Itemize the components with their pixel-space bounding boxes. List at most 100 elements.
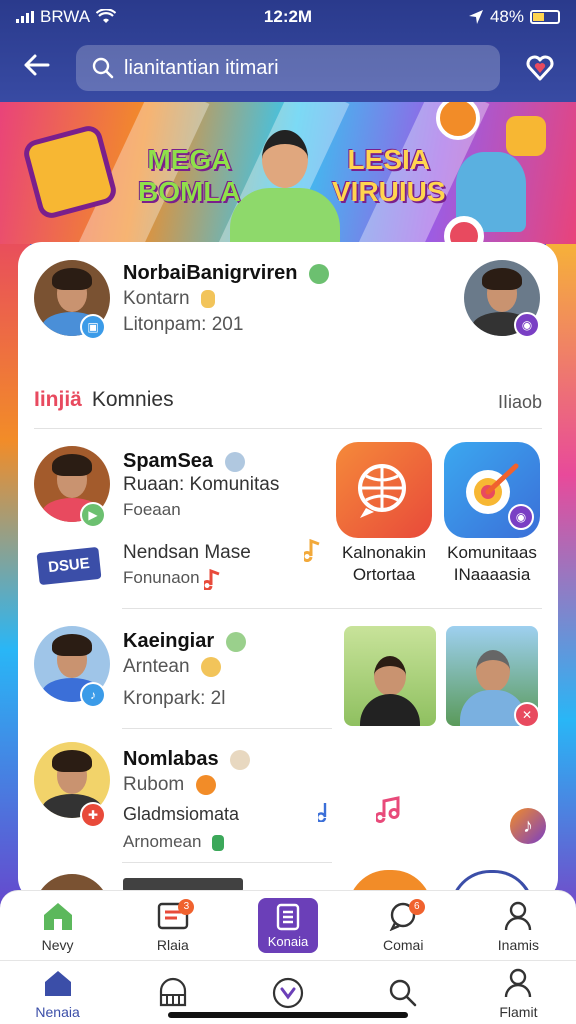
promo-line2: Fonunaon (123, 568, 200, 587)
profile-badge-icon: ▣ (80, 314, 106, 340)
smiley-icon (200, 656, 221, 677)
item-name: Kaeingiar (123, 630, 215, 652)
banner-title-right-1: LESIA (347, 144, 431, 175)
item-line1: Ruaan: Komunitas (123, 474, 280, 495)
notification-badge: 6 (408, 899, 425, 915)
wifi-icon (96, 9, 117, 23)
favorites-button[interactable] (522, 50, 558, 86)
tab-label: Nenaia (35, 1003, 80, 1020)
leaf-icon (212, 834, 225, 851)
search-input[interactable]: lianitantian itimari (124, 57, 279, 80)
item-line1: Rubom (123, 774, 185, 795)
search-icon (390, 979, 417, 1006)
item-line2: Kronpark: 2l (123, 688, 226, 709)
music-player-icon[interactable]: ♪ (510, 808, 546, 844)
music-tile-icon (506, 116, 546, 156)
item-name: SpamSea (123, 450, 214, 472)
section-title: Komnies (91, 388, 174, 411)
heart-circle-icon (272, 977, 304, 1008)
search-bar[interactable]: lianitantian itimari (76, 45, 500, 91)
dsue-logo: DSUE (36, 546, 102, 586)
house-icon (43, 902, 72, 930)
banner-title-left-1: MEGA (147, 144, 232, 175)
music-note-icon (304, 538, 320, 562)
thumbs-icon (200, 289, 215, 308)
friend-badge-icon: ◉ (514, 312, 540, 338)
music-note-icon (376, 796, 400, 823)
item-badge-icon: ▶ (80, 502, 106, 528)
status-bar: BRWA 12:2M 48% (0, 0, 576, 34)
smiley-icon (309, 263, 330, 284)
secondary-tab-bar: Nevy 3 Rlaia Konaia 6 Comai Inamis (0, 890, 576, 960)
smiley-icon (225, 631, 246, 652)
tab-label: Inamis (497, 936, 540, 953)
divider (34, 428, 542, 429)
tab-label: Flamit (499, 1003, 538, 1020)
music-note-icon (318, 803, 327, 822)
tab-label: Comai (382, 936, 424, 953)
tab-inamis[interactable]: Inamis (461, 891, 576, 960)
item-line2: Foeaan (123, 500, 181, 519)
back-button[interactable] (18, 51, 54, 85)
person-icon (505, 901, 532, 930)
tab-konaia[interactable]: Konaia (230, 891, 345, 960)
tab-label: Rlaia (156, 936, 189, 953)
search-icon (92, 57, 114, 79)
tab-nevy[interactable]: Nevy (0, 891, 115, 960)
app-label-1: Komunitaas (447, 543, 537, 562)
list-icon (276, 903, 300, 931)
app-tile-kalnonakin[interactable] (336, 442, 432, 538)
tab-nenaia[interactable]: Nenaia (0, 961, 115, 1024)
globe-chat-icon (358, 464, 406, 518)
music-note-icon (204, 568, 220, 590)
app-badge-icon: ◉ (508, 504, 534, 530)
section-more-link[interactable]: IIiaob (498, 392, 542, 413)
profile-icon (505, 968, 532, 997)
smiley-icon (230, 749, 251, 770)
banner-host-image (230, 130, 340, 244)
tab-label: Konaia (267, 934, 309, 949)
item-line3: Arnomean (123, 832, 202, 851)
top-header: lianitantian itimari (0, 38, 576, 98)
arrow-left-icon (24, 54, 50, 76)
photo-tile[interactable] (344, 626, 436, 726)
profile-line2: Litonpam: 201 (123, 314, 244, 335)
banner-title-left-2: BOMLA (138, 176, 241, 207)
battery-percent: 48% (489, 7, 524, 26)
profile-name: NorbaiBanigrviren (123, 262, 298, 284)
heart-icon (526, 55, 554, 81)
clock: 12:2M (263, 7, 313, 26)
divider (122, 728, 332, 729)
divider (122, 608, 542, 609)
item-badge-icon: ♪ (80, 682, 106, 708)
dsue-logo-text: DSUE (47, 554, 91, 577)
tab-flamit[interactable]: Flamit (461, 961, 576, 1024)
tab-rlaia[interactable]: 3 Rlaia (115, 891, 230, 960)
divider (122, 862, 332, 863)
store-icon (159, 977, 186, 1006)
location-arrow-icon (468, 10, 483, 24)
battery-icon (530, 10, 560, 24)
app-label-1: Kalnonakin (341, 543, 427, 562)
tab-comai[interactable]: 6 Comai (346, 891, 461, 960)
home-indicator (168, 1012, 408, 1018)
section-logo: Iinjiä (34, 388, 82, 411)
photo-badge-icon: ✕ (514, 702, 540, 728)
item-line2: Gladmsiomata (123, 804, 240, 824)
sticker-icon (195, 774, 216, 795)
main-card: ▣ NorbaiBanigrviren Kontarn Litonpam: 20… (18, 242, 558, 902)
item-name: Nomlabas (123, 748, 219, 770)
promo-line1: Nendsan Mase (123, 542, 251, 563)
app-label-2: INaaaasia (453, 565, 531, 584)
home-icon (44, 970, 71, 996)
carrier-label: BRWA (40, 7, 91, 26)
tab-label: Nevy (41, 936, 74, 953)
signal-icon (16, 11, 34, 23)
promo-banner[interactable]: MEGA BOMLA LESIA VIRUIUS (0, 102, 576, 244)
item-line1: Arntean (123, 656, 190, 677)
notification-badge: 3 (178, 899, 195, 915)
app-label-2: Ortortaa (352, 565, 416, 584)
profile-line1: Kontarn (123, 288, 190, 309)
item-badge-icon: ✚ (80, 802, 106, 828)
banner-title-right-2: VIRUIUS (332, 176, 446, 207)
